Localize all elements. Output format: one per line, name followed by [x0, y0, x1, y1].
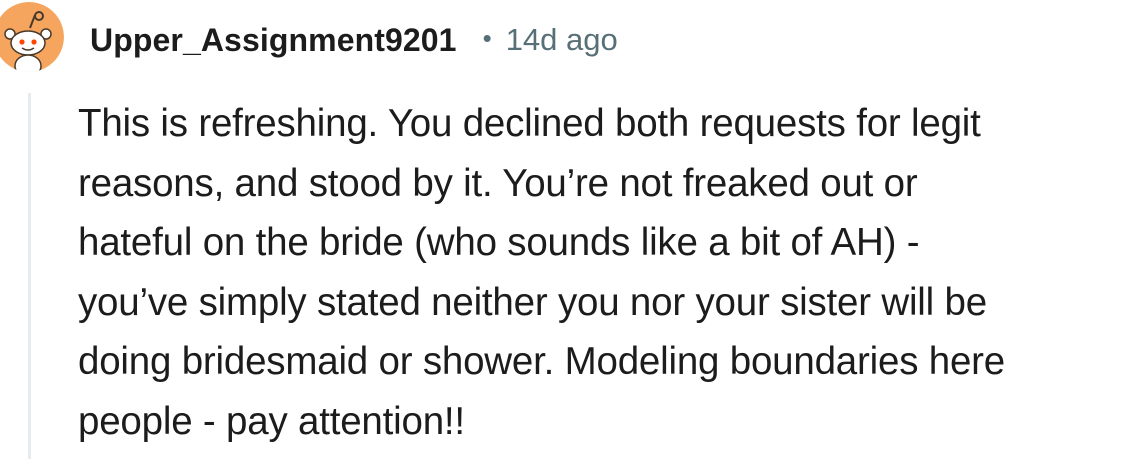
comment-body: This is refreshing. You declined both re…: [78, 94, 1140, 451]
comment-body-line: people - pay attention!!: [78, 399, 465, 443]
snoo-avatar-icon: [0, 2, 64, 72]
user-avatar[interactable]: [0, 2, 64, 72]
comment: Upper_Assignment9201 • 14d ago This is r…: [0, 0, 1144, 459]
meta-separator: •: [482, 22, 492, 53]
comment-body-line: reasons, and stood by it. You’re not fre…: [78, 161, 918, 205]
comment-body-line: you’ve simply stated neither you nor you…: [78, 280, 987, 324]
comment-body-line: doing bridesmaid or shower. Modeling bou…: [78, 340, 1006, 383]
username-link[interactable]: Upper_Assignment9201: [90, 22, 457, 59]
comment-body-line: This is refreshing. You declined both re…: [78, 102, 981, 145]
thread-collapse-line[interactable]: [28, 93, 31, 459]
timestamp-link[interactable]: 14d ago: [506, 22, 618, 58]
comment-body-line: hateful on the bride (who sounds like a …: [78, 221, 920, 264]
comment-header: Upper_Assignment9201 • 14d ago: [90, 18, 618, 62]
